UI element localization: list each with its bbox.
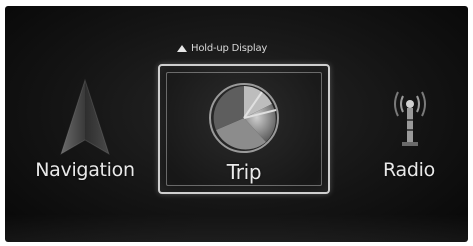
navigation-arrow-icon (60, 78, 110, 156)
tile-radio-label: Radio (383, 159, 435, 181)
display-screen: Hold-up Display Navigation Trip Radio (5, 6, 468, 242)
arrow-up-icon (177, 44, 187, 52)
swipe-up-hint[interactable]: Hold-up Display (177, 41, 267, 55)
tile-radio[interactable]: Radio (370, 84, 448, 196)
tile-navigation-label: Navigation (35, 159, 135, 181)
radio-antenna-icon (394, 91, 426, 146)
tile-trip-label: Trip (226, 160, 262, 184)
swipe-up-hint-label: Hold-up Display (191, 42, 268, 54)
tile-trip[interactable]: Trip (158, 64, 330, 194)
trip-chart-icon (209, 83, 279, 153)
tile-navigation[interactable]: Navigation (27, 76, 143, 196)
